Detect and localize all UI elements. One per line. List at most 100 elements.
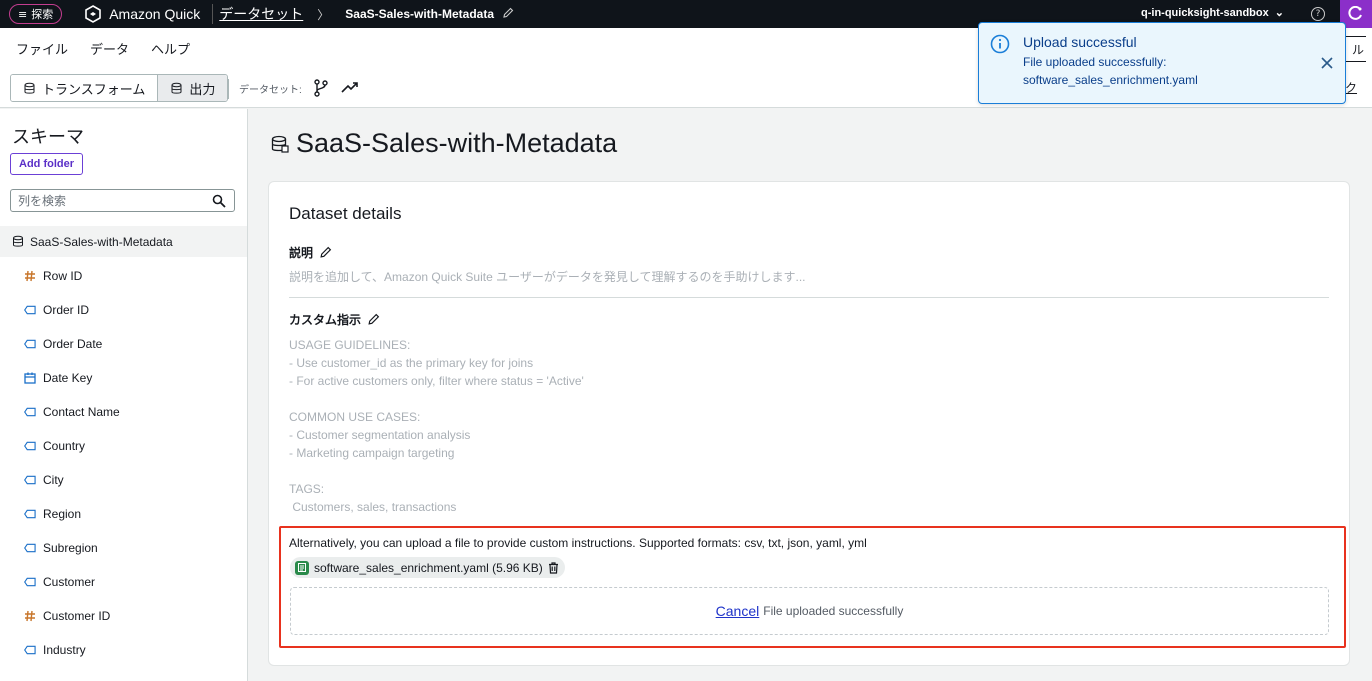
transform-label: トランスフォーム xyxy=(42,81,146,97)
field-name: Order ID xyxy=(43,303,90,317)
toast-line-2: software_sales_enrichment.yaml xyxy=(1023,73,1198,87)
field-item[interactable]: Subregion xyxy=(0,531,247,565)
string-tag-icon xyxy=(24,576,36,588)
transform-tab[interactable]: トランスフォーム xyxy=(11,75,158,101)
field-item[interactable]: Region xyxy=(0,497,247,531)
field-item[interactable]: Order Date xyxy=(0,327,247,361)
field-name: Region xyxy=(43,507,82,521)
card-title: Dataset details xyxy=(289,204,402,223)
pencil-icon[interactable] xyxy=(502,7,514,22)
breadcrumb-current: SaaS-Sales-with-Metadata xyxy=(345,7,494,21)
string-tag-icon xyxy=(24,406,36,418)
column-search xyxy=(10,189,235,212)
field-item[interactable]: Row ID xyxy=(0,259,247,293)
field-list: Row ID Order ID Order Date Date Key Contact … xyxy=(0,259,247,667)
output-label: 出力 xyxy=(189,81,216,97)
menu-help[interactable]: ヘルプ xyxy=(151,39,190,58)
uploaded-file-chip: software_sales_enrichment.yaml (5.96 KB) xyxy=(290,557,565,578)
field-name: Industry xyxy=(43,643,86,657)
schema-title: スキーマ xyxy=(12,127,84,147)
account-menu[interactable]: q-in-quicksight-sandbox ⌄ xyxy=(1141,6,1284,20)
hash-icon xyxy=(24,610,36,622)
trash-icon[interactable] xyxy=(548,561,559,574)
explore-button[interactable]: ≡ 探索 xyxy=(9,4,63,24)
custom-instructions-label-text: カスタム指示 xyxy=(289,313,362,327)
info-icon xyxy=(990,34,1010,54)
brand[interactable]: Amazon Quick xyxy=(84,5,200,23)
dataset-label: データセット: xyxy=(239,85,302,96)
field-item[interactable]: Date Key xyxy=(0,361,247,395)
pencil-icon[interactable] xyxy=(319,246,332,259)
upload-description: Alternatively, you can upload a file to … xyxy=(289,536,867,550)
menu-data[interactable]: データ xyxy=(90,39,129,58)
field-item[interactable]: Order ID xyxy=(0,293,247,327)
field-name: Date Key xyxy=(43,371,93,385)
field-item[interactable]: Customer xyxy=(0,565,247,599)
toast-message: File uploaded successfully: software_sal… xyxy=(1023,53,1198,89)
top-right-link[interactable]: ク xyxy=(1345,79,1357,96)
upload-success-toast: Upload successful File uploaded successf… xyxy=(978,22,1346,104)
field-item[interactable]: Contact Name xyxy=(0,395,247,429)
upload-status-text: File uploaded successfully xyxy=(763,604,904,618)
output-tab[interactable]: 出力 xyxy=(157,75,228,101)
database-icon xyxy=(171,82,182,94)
description-placeholder[interactable]: 説明を追加して、Amazon Quick Suite ユーザーがデータを発見して… xyxy=(289,268,806,285)
column-search-input[interactable] xyxy=(18,193,208,208)
field-name: Row ID xyxy=(43,269,83,283)
pencil-icon[interactable] xyxy=(367,313,380,326)
string-tag-icon xyxy=(24,338,36,350)
menu-file[interactable]: ファイル xyxy=(16,39,68,58)
dataset-tree-label: SaaS-Sales-with-Metadata xyxy=(30,234,173,249)
explore-label: 探索 xyxy=(31,8,54,21)
cancel-link[interactable]: Cancel xyxy=(716,603,760,619)
toast-title: Upload successful xyxy=(1023,34,1137,50)
breadcrumb-datasets-link[interactable]: データセット xyxy=(219,4,303,24)
toast-line-1: File uploaded successfully: xyxy=(1023,55,1167,69)
description-label: 説明 xyxy=(289,244,332,261)
custom-instructions-text[interactable]: USAGE GUIDELINES: - Use customer_id as t… xyxy=(289,336,584,516)
field-name: Country xyxy=(43,439,86,453)
dataset-tree-item[interactable]: SaaS-Sales-with-Metadata xyxy=(0,226,247,257)
section-divider xyxy=(289,297,1329,298)
brand-divider xyxy=(212,4,214,24)
description-label-text: 説明 xyxy=(289,246,314,260)
calendar-icon xyxy=(24,372,36,384)
schema-sidebar: スキーマ Add folder SaaS-Sales-with-Metadata… xyxy=(0,109,248,681)
field-item[interactable]: Customer ID xyxy=(0,599,247,633)
chevron-down-icon: ⌄ xyxy=(1274,7,1284,19)
file-dropzone[interactable]: Cancel File uploaded successfully xyxy=(290,587,1329,635)
field-name: Customer xyxy=(43,575,96,589)
close-icon[interactable] xyxy=(1320,56,1334,70)
page-title: SaaS-Sales-with-Metadata xyxy=(270,128,617,159)
field-item[interactable]: City xyxy=(0,463,247,497)
field-name: Contact Name xyxy=(43,405,120,419)
help-icon[interactable]: ? xyxy=(1311,7,1325,21)
page-title-text: SaaS-Sales-with-Metadata xyxy=(296,128,618,158)
toolbar-divider xyxy=(228,79,229,99)
view-toggle: トランスフォーム 出力 xyxy=(10,74,229,102)
file-icon xyxy=(295,560,309,575)
field-name: Order Date xyxy=(43,337,103,351)
file-chip-label: software_sales_enrichment.yaml (5.96 KB) xyxy=(314,560,543,575)
string-tag-icon xyxy=(24,508,36,520)
add-folder-button[interactable]: Add folder xyxy=(10,153,83,175)
field-name: Customer ID xyxy=(43,609,111,623)
trend-icon[interactable] xyxy=(341,80,359,97)
field-name: Subregion xyxy=(43,541,98,555)
database-icon xyxy=(24,82,35,94)
field-item[interactable]: Industry xyxy=(0,633,247,667)
string-tag-icon xyxy=(24,542,36,554)
branch-icon[interactable] xyxy=(313,79,329,100)
string-tag-icon xyxy=(24,644,36,656)
brand-name: Amazon Quick xyxy=(109,6,201,22)
string-tag-icon xyxy=(24,474,36,486)
field-item[interactable]: Country xyxy=(0,429,247,463)
account-name: q-in-quicksight-sandbox xyxy=(1141,6,1269,19)
custom-instructions-label: カスタム指示 xyxy=(289,311,380,328)
quick-logo-icon xyxy=(85,5,102,23)
dataset-icon xyxy=(13,235,23,247)
string-tag-icon xyxy=(24,440,36,452)
search-icon[interactable] xyxy=(212,194,226,208)
dataset-icon xyxy=(271,135,289,153)
string-tag-icon xyxy=(24,304,36,316)
